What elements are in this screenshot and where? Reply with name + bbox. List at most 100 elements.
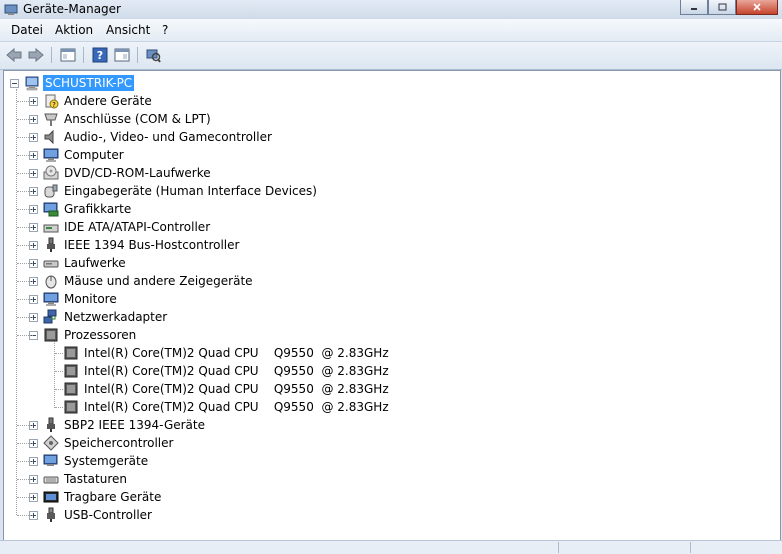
toolbar-separator <box>137 47 138 63</box>
processor-label: Intel(R) Core(TM)2 Quad CPU Q9550 @ 2.83… <box>84 364 389 378</box>
minimize-button[interactable] <box>680 0 708 15</box>
tree-category-item[interactable]: Audio-, Video- und Gamecontroller <box>29 128 274 146</box>
tree-category-item[interactable]: Anschlüsse (COM & LPT) <box>29 110 213 128</box>
tree-category-item[interactable]: ? Andere Geräte <box>29 92 154 110</box>
tree-category-label: IDE ATA/ATAPI-Controller <box>64 220 211 234</box>
help-icon[interactable]: ? <box>91 46 109 64</box>
processor-icon <box>63 363 79 379</box>
tree-category-item[interactable]: Laufwerke <box>29 254 128 272</box>
processor-icon <box>43 327 59 343</box>
svg-text:?: ? <box>97 49 103 62</box>
processor-label: Intel(R) Core(TM)2 Quad CPU Q9550 @ 2.83… <box>84 346 389 360</box>
portable-device-icon <box>43 489 59 505</box>
tree-category-item[interactable]: Eingabegeräte (Human Interface Devices) <box>29 182 319 200</box>
maximize-button[interactable] <box>708 0 736 15</box>
tree-category-label: Mäuse und andere Zeigegeräte <box>64 274 253 288</box>
toolbar-separator <box>51 47 52 63</box>
close-button[interactable] <box>736 0 778 15</box>
menu-help[interactable]: ? <box>162 23 168 37</box>
tree-root[interactable]: SCHUSTRIK-PC <box>10 74 135 92</box>
tree-category-label: Tastaturen <box>64 472 127 486</box>
tree-category-item[interactable]: Netzwerkadapter <box>29 308 169 326</box>
tree-category-item[interactable]: Tastaturen <box>29 470 129 488</box>
tree-category-item[interactable]: Prozessoren <box>29 326 138 344</box>
tree-category-label: Audio-, Video- und Gamecontroller <box>64 130 272 144</box>
tree-category-item[interactable]: Monitore <box>29 290 119 308</box>
tree-category-label: Prozessoren <box>64 328 137 342</box>
tree-connector <box>17 263 33 264</box>
usb-icon <box>43 507 59 523</box>
device-manager-app-icon <box>4 2 18 16</box>
tree-connector <box>54 341 55 408</box>
tree-connector <box>17 317 33 318</box>
network-adapter-icon <box>43 309 59 325</box>
system-device-icon <box>43 453 59 469</box>
tree-connector <box>17 425 33 426</box>
status-bar <box>0 540 782 554</box>
show-hide-tree-icon[interactable] <box>59 46 77 64</box>
back-arrow-icon[interactable] <box>5 46 23 64</box>
tree-connector <box>17 479 33 480</box>
processor-item[interactable]: Intel(R) Core(TM)2 Quad CPU Q9550 @ 2.83… <box>63 344 391 362</box>
tree-category-label: USB-Controller <box>64 508 152 522</box>
menu-ansicht[interactable]: Ansicht <box>106 23 150 37</box>
tree-category-item[interactable]: DVD/CD-ROM-Laufwerke <box>29 164 213 182</box>
firewire-icon <box>43 417 59 433</box>
tree-connector <box>17 281 33 282</box>
tree-category-item[interactable]: IDE ATA/ATAPI-Controller <box>29 218 212 236</box>
processor-item[interactable]: Intel(R) Core(TM)2 Quad CPU Q9550 @ 2.83… <box>63 398 391 416</box>
optical-drive-icon <box>43 165 59 181</box>
tree-connector <box>55 353 65 354</box>
tree-category-item[interactable]: Systemgeräte <box>29 452 150 470</box>
tree-category-item[interactable]: USB-Controller <box>29 506 154 524</box>
storage-controller-icon <box>43 435 59 451</box>
tree-connector <box>17 461 33 462</box>
tree-category-label: Systemgeräte <box>64 454 149 468</box>
device-tree[interactable]: SCHUSTRIK-PC ? Andere Geräte Anschlüsse (C… <box>3 70 781 541</box>
toolbar-separator <box>83 47 84 63</box>
tree-category-item[interactable]: Speichercontroller <box>29 434 175 452</box>
processor-label: Intel(R) Core(TM)2 Quad CPU Q9550 @ 2.83… <box>84 382 389 396</box>
tree-category-item[interactable]: Grafikkarte <box>29 200 133 218</box>
tree-category-item[interactable]: IEEE 1394 Bus-Hostcontroller <box>29 236 241 254</box>
menu-aktion[interactable]: Aktion <box>55 23 93 37</box>
window-title: Geräte-Manager <box>23 2 121 16</box>
tree-connector <box>17 335 33 336</box>
mouse-icon <box>43 273 59 289</box>
tree-connector <box>17 497 33 498</box>
tree-category-item[interactable]: SBP2 IEEE 1394-Geräte <box>29 416 207 434</box>
toolbar: ? <box>0 42 782 70</box>
tree-category-label: IEEE 1394 Bus-Hostcontroller <box>64 238 240 252</box>
tree-category-label: Netzwerkadapter <box>64 310 168 324</box>
tree-connector <box>17 119 33 120</box>
tree-category-label: Grafikkarte <box>64 202 132 216</box>
title-bar[interactable]: Geräte-Manager <box>0 0 782 19</box>
tree-category-label: Monitore <box>64 292 117 306</box>
processor-icon <box>63 345 79 361</box>
tree-category-item[interactable]: Mäuse und andere Zeigegeräte <box>29 272 255 290</box>
tree-connector <box>55 407 65 408</box>
ide-controller-icon <box>43 219 59 235</box>
scan-hardware-icon[interactable] <box>144 46 162 64</box>
properties-icon[interactable] <box>113 46 131 64</box>
tree-connector <box>55 389 65 390</box>
monitor-icon <box>43 291 59 307</box>
processor-item[interactable]: Intel(R) Core(TM)2 Quad CPU Q9550 @ 2.83… <box>63 380 391 398</box>
forward-arrow-icon[interactable] <box>27 46 45 64</box>
port-icon <box>43 111 59 127</box>
tree-root-label: SCHUSTRIK-PC <box>43 75 135 91</box>
status-separator <box>690 542 691 553</box>
menu-datei[interactable]: Datei <box>11 23 43 37</box>
tree-connector <box>17 191 33 192</box>
tree-category-item[interactable]: Computer <box>29 146 126 164</box>
tree-connector <box>17 209 33 210</box>
processor-icon <box>63 381 79 397</box>
collapse-toggle[interactable] <box>10 78 19 88</box>
unknown-device-icon: ? <box>43 93 59 109</box>
tree-connector <box>17 299 33 300</box>
display-adapter-icon <box>43 201 59 217</box>
tree-category-item[interactable]: Tragbare Geräte <box>29 488 163 506</box>
processor-item[interactable]: Intel(R) Core(TM)2 Quad CPU Q9550 @ 2.83… <box>63 362 391 380</box>
tree-connector <box>16 89 17 515</box>
tree-connector <box>17 443 33 444</box>
